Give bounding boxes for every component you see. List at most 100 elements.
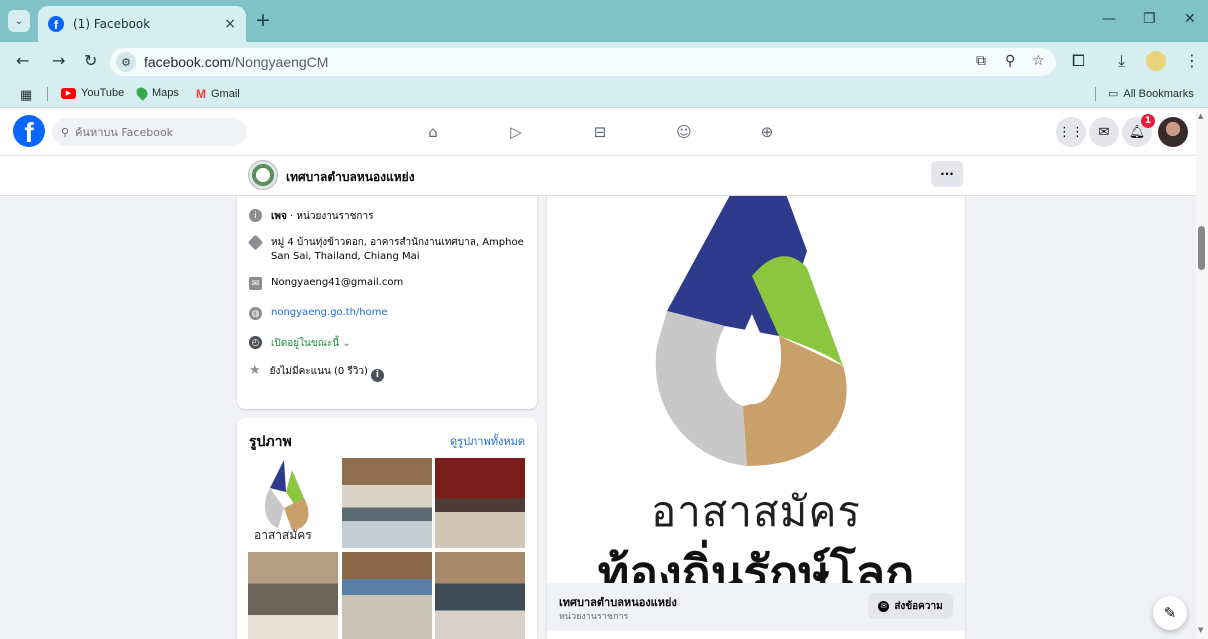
email-row: ✉ Nongyaeng41@gmail.com	[249, 277, 403, 290]
bookmark-gmail[interactable]: M Gmail	[196, 87, 240, 101]
see-all-photos-link[interactable]: ดูรูปภาพทั้งหมด	[450, 432, 525, 450]
messenger-icon: ✉	[878, 600, 890, 612]
facebook-search[interactable]: ⚲	[52, 118, 247, 146]
photo-thumbnail[interactable]	[435, 552, 525, 639]
account-avatar[interactable]	[1158, 117, 1188, 147]
menu-grid-icon[interactable]: ⋮⋮	[1056, 117, 1086, 147]
tab-title: (1) Facebook	[73, 17, 151, 31]
chevron-down-icon[interactable]: ⌄	[342, 338, 350, 349]
facebook-favicon-icon: f	[48, 16, 64, 32]
home-icon[interactable]: ⌂	[421, 120, 445, 144]
back-arrow-icon[interactable]: ←	[16, 52, 29, 70]
download-icon[interactable]: ⤓	[1118, 51, 1125, 71]
groups-icon[interactable]: ☺	[672, 120, 696, 144]
marketplace-icon[interactable]: ⊟	[588, 120, 612, 144]
page-header-strip: เทศบาลตำบลหนองแหย่ง ···	[0, 156, 1196, 196]
facebook-logo-icon[interactable]: f	[13, 115, 45, 147]
chrome-menu-icon[interactable]: ⋮	[1184, 51, 1200, 70]
address-row: หมู่ 4 บ้านทุ่งข้าวตอก, อาคารสำนักงานเทศ…	[247, 234, 529, 264]
post-page-type: หน่วยงานราชการ	[559, 612, 629, 622]
search-icon: ⚲	[61, 125, 70, 139]
more-options-button[interactable]: ···	[931, 161, 963, 187]
bookmark-label: Maps	[152, 87, 179, 99]
restore-icon[interactable]: ❐	[1143, 11, 1156, 27]
send-message-button[interactable]: ✉ ส่งข้อความ	[868, 593, 953, 619]
photos-title: รูปภาพ	[249, 434, 292, 450]
website-link[interactable]: nongyaeng.go.th/home	[271, 307, 388, 318]
page-type-label: เพจ	[271, 211, 287, 222]
bookmark-divider	[1095, 87, 1096, 101]
forward-arrow-icon[interactable]: →	[52, 52, 65, 70]
rating-text: ยังไม่มีคะแนน (0 รีวิว)	[269, 366, 368, 377]
close-window-icon[interactable]: ✕	[1184, 11, 1196, 27]
hours-row[interactable]: ◴ เปิดอยู่ในขณะนี้ ⌄	[249, 336, 351, 351]
rating-row: ★ ยังไม่มีคะแนน (0 รีวิว) i	[249, 364, 384, 382]
reload-icon[interactable]: ↻	[84, 52, 97, 70]
page-scrollbar[interactable]: ▲ ▼	[1196, 108, 1208, 639]
notification-badge: 1	[1141, 114, 1155, 128]
email-text[interactable]: Nongyaeng41@gmail.com	[271, 277, 403, 288]
extensions-icon[interactable]: ⧠	[1072, 51, 1085, 71]
search-input[interactable]	[75, 125, 236, 139]
directions-icon	[247, 234, 264, 251]
volunteer-drop-logo-icon	[655, 196, 847, 466]
photo-thumbnail[interactable]	[435, 458, 525, 548]
apps-grid-icon[interactable]: ▦	[20, 87, 32, 103]
bookmark-youtube[interactable]: ▶ YouTube	[61, 87, 124, 99]
site-info-icon[interactable]: ⚙	[116, 52, 136, 72]
website-row: ◍ nongyaeng.go.th/home	[249, 307, 388, 320]
scroll-up-icon[interactable]: ▲	[1198, 112, 1203, 120]
new-tab-button[interactable]: +	[255, 11, 271, 30]
envelope-icon: ✉	[249, 277, 262, 290]
folder-icon: ▭	[1108, 88, 1119, 100]
clock-icon: ◴	[249, 336, 262, 349]
scrollbar-thumb[interactable]	[1198, 226, 1205, 270]
hours-status[interactable]: เปิดอยู่ในขณะนี้	[271, 338, 339, 349]
browser-tab-facebook[interactable]: f (1) Facebook ×	[38, 6, 246, 42]
watch-icon[interactable]: ▷	[504, 120, 528, 144]
photo-thumbnail[interactable]: อาสาสมัคร	[248, 458, 338, 548]
bookmark-star-icon[interactable]: ☆	[1032, 53, 1045, 69]
address-text: หมู่ 4 บ้านทุ่งข้าวตอก, อาคารสำนักงานเทศ…	[271, 237, 524, 262]
page-type-row: i เพจ · หน่วยงานราชการ	[249, 209, 373, 224]
address-bar[interactable]: ⚙ facebook.com/NongyaengCM ⧉ ⚲ ☆	[110, 48, 1056, 76]
bookmark-label: Gmail	[211, 88, 240, 100]
photo-thumbnail[interactable]	[342, 458, 432, 548]
page-category: · หน่วยงานราชการ	[286, 211, 374, 222]
photos-card: รูปภาพ ดูรูปภาพทั้งหมด อาสาสมัคร	[237, 418, 537, 639]
intro-card: i เพจ · หน่วยงานราชการ หมู่ 4 บ้านทุ่งข้…	[237, 196, 537, 409]
send-message-label: ส่งข้อความ	[894, 600, 943, 612]
maps-pin-icon	[134, 85, 150, 101]
profile-avatar[interactable]	[1146, 51, 1166, 71]
youtube-icon: ▶	[61, 87, 76, 99]
photo-caption: อาสาสมัคร	[254, 528, 312, 542]
post-page-footer: เทศบาลตำบลหนองแหย่ง หน่วยงานราชการ ✉ ส่ง…	[547, 583, 965, 631]
bookmark-maps[interactable]: Maps	[134, 85, 179, 101]
info-icon: i	[249, 209, 262, 222]
url-text[interactable]: facebook.com/NongyaengCM	[144, 54, 328, 70]
bookmarks-bar: ▦ ▶ YouTube Maps M Gmail ▭ All Bookmarks	[0, 80, 1208, 108]
page-avatar[interactable]	[248, 160, 278, 190]
address-toolbar: ← → ↻ ⚙ facebook.com/NongyaengCM ⧉ ⚲ ☆ ⧠…	[0, 42, 1208, 80]
photo-thumbnail[interactable]	[248, 552, 338, 639]
gmail-icon: M	[196, 87, 206, 101]
gaming-icon[interactable]: ⊕	[755, 120, 779, 144]
bookmark-divider	[47, 87, 48, 101]
info-icon[interactable]: i	[370, 368, 384, 382]
tab-search-button[interactable]: ⌄	[8, 10, 30, 32]
globe-icon: ◍	[249, 307, 262, 320]
messenger-icon[interactable]: ✉	[1089, 117, 1119, 147]
post-image[interactable]: อาสาสมัคร ท้องถิ่นรักษ์โลก	[547, 196, 965, 583]
minimize-icon[interactable]: —	[1102, 11, 1116, 27]
page-name[interactable]: เทศบาลตำบลหนองแหย่ง	[286, 168, 415, 187]
photo-thumbnail[interactable]	[342, 552, 432, 639]
zoom-icon[interactable]: ⚲	[1005, 53, 1015, 69]
install-app-icon[interactable]: ⧉	[976, 53, 986, 69]
all-bookmarks-button[interactable]: ▭ All Bookmarks	[1108, 87, 1194, 101]
bookmark-label: YouTube	[81, 87, 125, 99]
tab-close-icon[interactable]: ×	[224, 16, 236, 32]
new-message-compose-icon[interactable]: ✎	[1153, 596, 1187, 630]
all-bookmarks-label: All Bookmarks	[1123, 87, 1194, 100]
scroll-down-icon[interactable]: ▼	[1198, 626, 1203, 634]
post-image-text-line2: ท้องถิ่นรักษ์โลก	[597, 546, 915, 583]
